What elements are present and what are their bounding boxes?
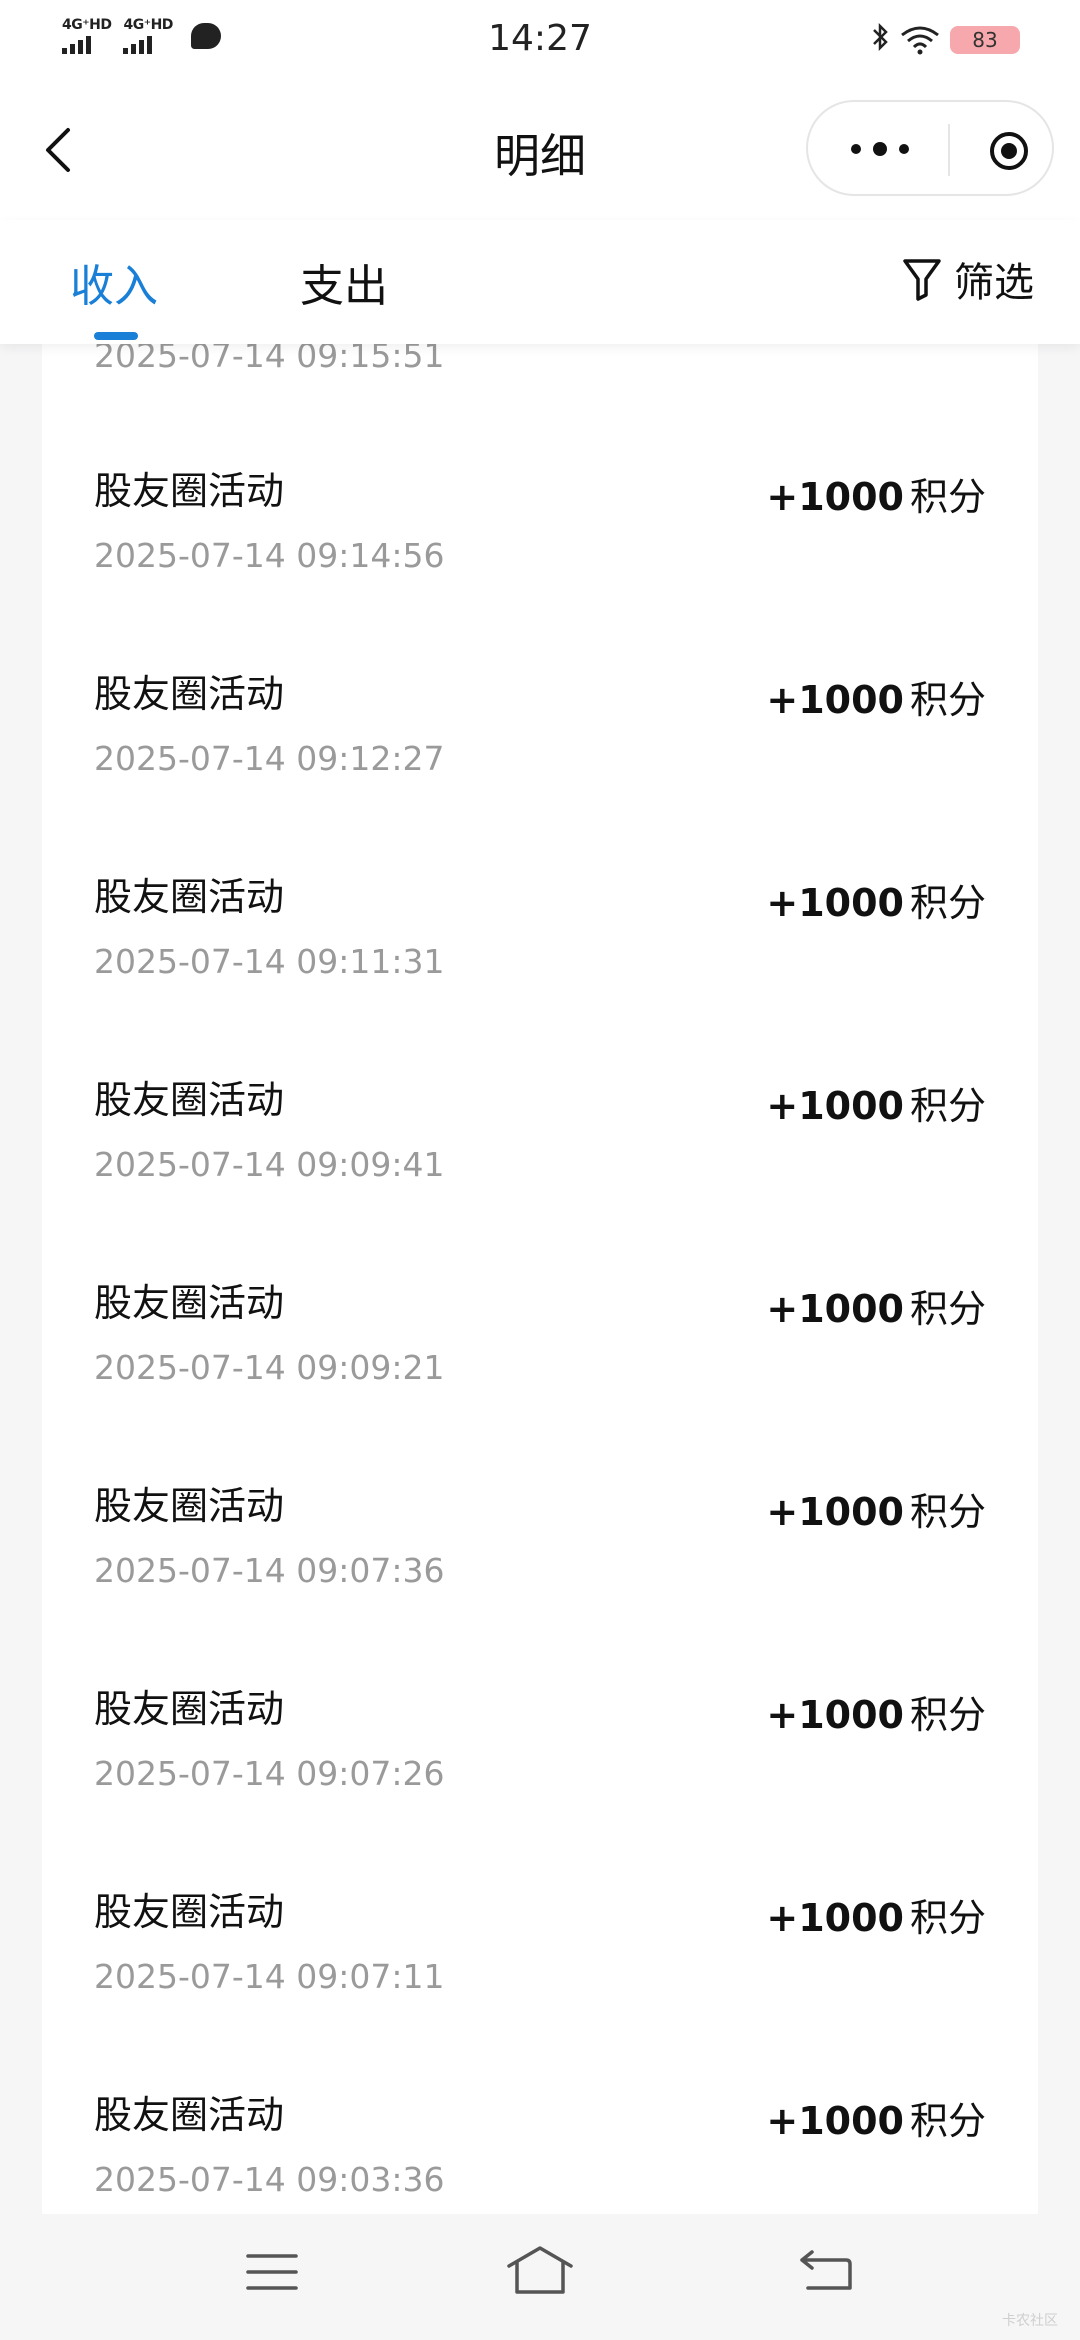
amount-value: +1000 — [766, 881, 904, 925]
page: 4G⁺HD 4G⁺HD 14:27 83 明细 收入 支出 筛选 2025-07… — [0, 0, 1080, 2340]
list-item[interactable]: 股友圈活动 2025-07-14 09:09:41 +1000 积分 — [42, 1019, 1038, 1222]
amount-unit: 积分 — [909, 1287, 986, 1331]
item-title: 股友圈活动 — [94, 1281, 285, 1325]
item-time: 2025-07-14 09:03:36 — [94, 2160, 445, 2199]
amount-value: +1000 — [766, 1287, 904, 1331]
item-title: 股友圈活动 — [94, 1484, 285, 1528]
item-amount: +1000 积分 — [766, 2090, 986, 2145]
list-item[interactable]: 股友圈活动 2025-07-14 09:12:27 +1000 积分 — [42, 613, 1038, 816]
amount-unit: 积分 — [909, 1490, 986, 1534]
tab-income[interactable]: 收入 — [70, 250, 158, 314]
list-item[interactable]: 股友圈活动 2025-07-14 09:09:21 +1000 积分 — [42, 1222, 1038, 1425]
item-amount: +1000 积分 — [766, 466, 986, 521]
capsule-divider — [948, 124, 950, 176]
item-time: 2025-07-14 09:12:27 — [94, 739, 445, 778]
item-time: 2025-07-14 09:15:51 — [94, 344, 445, 375]
item-title: 股友圈活动 — [94, 469, 285, 513]
item-time: 2025-07-14 09:07:11 — [94, 1957, 445, 1996]
item-amount: +1000 积分 — [766, 872, 986, 927]
watermark: 卡农社区 — [1002, 2313, 1058, 2329]
filter-label: 筛选 — [954, 260, 1034, 306]
amount-unit: 积分 — [909, 678, 986, 722]
amount-unit: 积分 — [909, 2099, 986, 2143]
list-item[interactable]: 股友圈活动 2025-07-14 09:07:36 +1000 积分 — [42, 1425, 1038, 1628]
item-title: 股友圈活动 — [94, 875, 285, 919]
item-time: 2025-07-14 09:07:26 — [94, 1754, 445, 1793]
more-icon[interactable] — [848, 134, 912, 164]
item-title: 股友圈活动 — [94, 2093, 285, 2137]
transaction-list: 2025-07-14 09:15:51 股友圈活动 2025-07-14 09:1… — [42, 344, 1038, 2214]
amount-value: +1000 — [766, 2099, 904, 2143]
amount-unit: 积分 — [909, 1693, 986, 1737]
item-title: 股友圈活动 — [94, 1078, 285, 1122]
item-time: 2025-07-14 09:09:41 — [94, 1145, 445, 1184]
item-amount: +1000 积分 — [766, 1684, 986, 1739]
item-time: 2025-07-14 09:09:21 — [94, 1348, 445, 1387]
tab-bar: 收入 支出 筛选 — [0, 220, 1080, 344]
list-item[interactable]: 股友圈活动 2025-07-14 09:07:26 +1000 积分 — [42, 1628, 1038, 1831]
list-item[interactable]: 股友圈活动 2025-07-14 09:11:31 +1000 积分 — [42, 816, 1038, 1019]
battery-icon: 83 — [950, 26, 1020, 54]
filter-icon — [903, 259, 941, 301]
item-amount: +1000 积分 — [766, 1075, 986, 1130]
amount-value: +1000 — [766, 1693, 904, 1737]
system-nav-bar: 卡农社区 — [0, 2214, 1080, 2340]
amount-value: +1000 — [766, 678, 904, 722]
amount-value: +1000 — [766, 475, 904, 519]
bluetooth-icon — [872, 22, 890, 58]
amount-unit: 积分 — [909, 881, 986, 925]
amount-value: +1000 — [766, 1490, 904, 1534]
tab-expense[interactable]: 支出 — [300, 250, 388, 314]
list-item[interactable]: 股友圈活动 2025-07-14 09:07:11 +1000 积分 — [42, 1831, 1038, 2034]
item-amount: +1000 积分 — [766, 1887, 986, 1942]
return-icon[interactable] — [798, 2246, 854, 2294]
item-title: 股友圈活动 — [94, 672, 285, 716]
active-tab-indicator — [94, 332, 138, 340]
item-time: 2025-07-14 09:07:36 — [94, 1551, 445, 1590]
amount-unit: 积分 — [909, 1896, 986, 1940]
list-item[interactable]: 股友圈活动 2025-07-14 09:14:56 +1000 积分 — [42, 410, 1038, 613]
status-right: 83 — [872, 22, 1020, 58]
amount-unit: 积分 — [909, 1084, 986, 1128]
item-time: 2025-07-14 09:11:31 — [94, 942, 445, 981]
item-amount: +1000 积分 — [766, 1481, 986, 1536]
status-bar: 4G⁺HD 4G⁺HD 14:27 83 — [0, 0, 1080, 80]
target-icon[interactable] — [988, 130, 1030, 172]
amount-unit: 积分 — [909, 475, 986, 519]
home-icon[interactable] — [505, 2244, 575, 2296]
item-amount: +1000 积分 — [766, 1278, 986, 1333]
amount-value: +1000 — [766, 1084, 904, 1128]
item-time: 2025-07-14 09:14:56 — [94, 536, 445, 575]
item-title: 股友圈活动 — [94, 1890, 285, 1934]
wifi-icon — [901, 26, 939, 55]
battery-level: 83 — [972, 28, 998, 52]
item-title: 股友圈活动 — [94, 1687, 285, 1731]
menu-icon[interactable] — [246, 2250, 298, 2294]
item-amount: +1000 积分 — [766, 669, 986, 724]
mini-program-capsule — [806, 100, 1054, 196]
nav-header: 明细 — [0, 80, 1080, 220]
amount-value: +1000 — [766, 1896, 904, 1940]
list-item[interactable]: 股友圈活动 2025-07-14 09:03:36 +1000 积分 — [42, 2034, 1038, 2214]
list-item-partial: 2025-07-14 09:15:51 — [42, 344, 1038, 410]
filter-button[interactable]: 筛选 — [902, 250, 1034, 308]
